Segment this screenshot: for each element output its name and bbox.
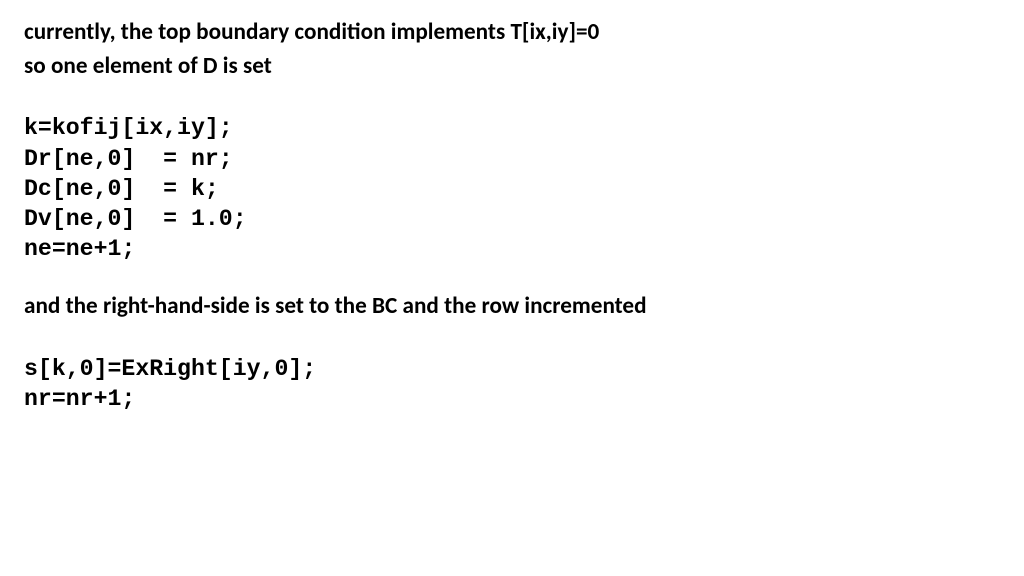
blank-line	[24, 264, 1000, 292]
code-block-2: s[k,0]=ExRight[iy,0]; nr=nr+1;	[24, 354, 1000, 414]
blank-line	[24, 85, 1000, 113]
prose-line-3: and the right-hand-side is set to the BC…	[24, 292, 1000, 322]
code-block-1: k=kofij[ix,iy]; Dr[ne,0] = nr; Dc[ne,0] …	[24, 113, 1000, 264]
prose-line-2: so one element of D is set	[24, 52, 1000, 82]
blank-line	[24, 326, 1000, 354]
prose-line-1: currently, the top boundary condition im…	[24, 18, 1000, 48]
